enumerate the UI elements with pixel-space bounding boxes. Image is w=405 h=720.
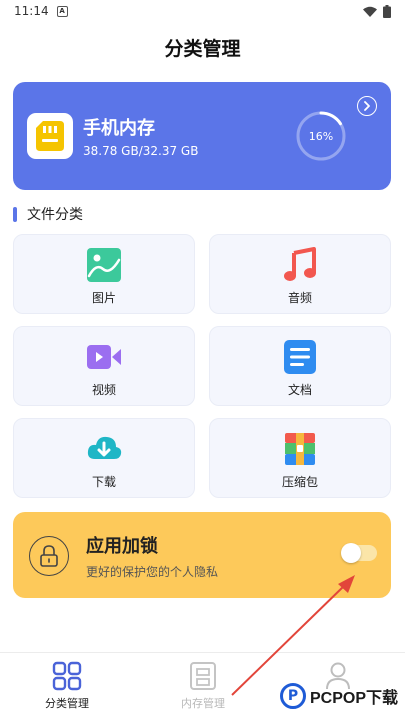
app-lock-subtitle: 更好的保护您的个人隐私 — [86, 565, 219, 579]
app-lock-title: 应用加锁 — [86, 536, 158, 557]
watermark-logo-icon: P — [280, 683, 306, 709]
storage-title: 手机内存 — [83, 118, 155, 139]
music-icon — [284, 247, 316, 281]
image-icon — [87, 248, 121, 282]
watermark: P PCPOP下载 — [280, 683, 398, 709]
category-label: 图片 — [91, 291, 116, 305]
archive-icon — [285, 433, 315, 465]
grid-icon — [52, 661, 82, 691]
app-lock-card[interactable]: 应用加锁 更好的保护您的个人隐私 — [13, 512, 391, 598]
download-cloud-icon — [87, 436, 122, 459]
app-lock-toggle[interactable] — [341, 543, 377, 563]
notification-icon: A — [56, 5, 68, 17]
storage-icon — [190, 662, 216, 690]
page-title: 分类管理 — [164, 38, 241, 60]
battery-icon — [383, 4, 391, 18]
category-tile-downloads[interactable]: 下载 — [13, 418, 195, 498]
lock-icon — [40, 545, 58, 567]
section-title: 文件分类 — [27, 207, 83, 223]
category-tile-documents[interactable]: 文档 — [209, 326, 391, 406]
document-icon — [284, 340, 316, 374]
storage-percent: 16% — [308, 129, 334, 143]
category-label: 压缩包 — [281, 475, 318, 489]
storage-details-button[interactable] — [357, 96, 377, 116]
status-time: 11:14 — [14, 4, 49, 18]
category-label: 视频 — [91, 383, 116, 397]
nav-label-category: 分类管理 — [45, 697, 89, 710]
sd-card-icon-box — [27, 113, 73, 159]
chevron-right-icon — [364, 101, 370, 111]
category-tile-audio[interactable]: 音频 — [209, 234, 391, 314]
sd-card-icon — [36, 121, 64, 151]
section-accent-bar — [13, 206, 17, 222]
watermark-text: PCPOP下载 — [310, 690, 399, 707]
nav-item-category[interactable]: 分类管理 — [12, 661, 122, 711]
status-icons — [363, 4, 391, 18]
category-label: 音频 — [287, 291, 312, 305]
category-tile-archives[interactable]: 压缩包 — [209, 418, 391, 498]
category-label: 文档 — [287, 383, 312, 397]
phone-storage-card[interactable]: 手机内存 38.78 GB/32.37 GB 16% — [13, 82, 391, 190]
nav-item-memory[interactable]: 内存管理 — [148, 661, 258, 711]
section-header: 文件分类 — [13, 204, 83, 224]
status-bar: 11:14 A — [0, 0, 405, 22]
category-label: 下载 — [91, 475, 116, 489]
video-icon — [87, 345, 121, 369]
category-tile-images[interactable]: 图片 — [13, 234, 195, 314]
category-tile-video[interactable]: 视频 — [13, 326, 195, 406]
storage-usage: 38.78 GB/32.37 GB — [83, 144, 199, 158]
nav-label-memory: 内存管理 — [181, 697, 225, 710]
lock-icon-circle — [29, 536, 69, 576]
wifi-icon — [363, 6, 377, 17]
toggle-knob — [341, 543, 361, 563]
